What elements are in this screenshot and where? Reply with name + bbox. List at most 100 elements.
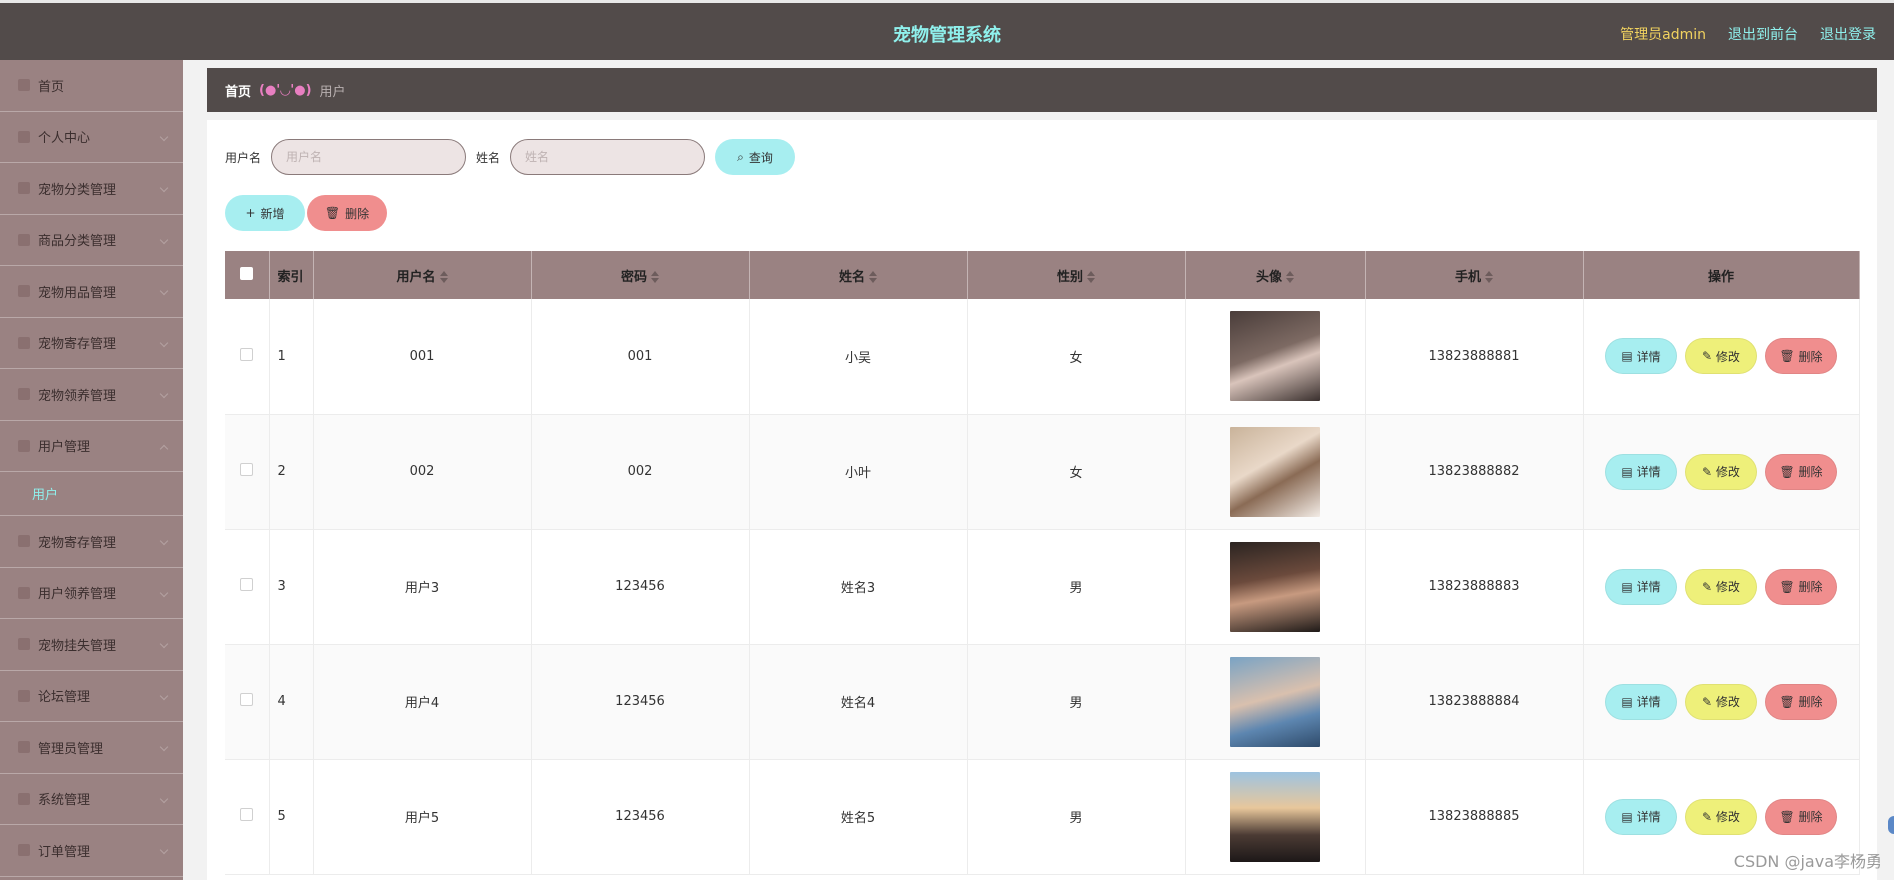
sidebar-item-pet-adoption[interactable]: 宠物领养管理 [0,369,183,421]
delete-label: 删除 [1798,695,1823,709]
sidebar-subitem-user[interactable]: 用户 [0,472,183,516]
add-button[interactable]: + 新增 [225,195,305,231]
edit-label: 修改 [1715,465,1740,479]
watermark: CSDN @java李杨勇 [1733,852,1882,871]
detail-button[interactable]: ▤ 详情 [1605,568,1677,605]
delete-button[interactable]: 🗑 删除 [1765,683,1837,720]
search-icon: ⌕ [737,149,744,164]
col-name[interactable]: 姓名 [749,251,968,299]
sort-icon[interactable] [439,271,448,283]
chevron-down-icon [159,743,169,752]
app-title: 宠物管理系统 [893,25,1001,46]
exit-to-front-link[interactable]: 退出到前台 [1728,24,1798,44]
edit-button[interactable]: ✎ 修改 [1685,683,1757,720]
sidebar-item-pet-boarding[interactable]: 宠物寄存管理 [0,318,183,369]
toolbar: + 新增 🗑 删除 [225,195,387,231]
cell-actions: ▤ 详情 ✎ 修改 🗑 删除 [1583,529,1860,645]
name-search-input[interactable] [510,139,706,175]
cell-username: 用户4 [313,644,532,760]
detail-button[interactable]: ▤ 详情 [1605,338,1677,375]
detail-button[interactable]: ▤ 详情 [1605,453,1677,490]
col-avatar[interactable]: 头像 [1185,251,1366,299]
sidebar-item-admin[interactable]: 管理员管理 [0,722,183,774]
storage-icon [18,336,30,349]
sidebar-item-label: 宠物分类管理 [38,182,117,198]
row-select-cell [225,529,270,645]
cell-index: 2 [269,414,314,530]
col-username-label: 用户名 [396,269,436,285]
alert-icon [18,638,30,651]
row-checkbox[interactable] [240,347,254,361]
sidebar: 首页 个人中心 宠物分类管理 商品分类管理 宠物用品管理 宠物寄存管理 宠物领养… [0,60,183,880]
col-actions: 操作 [1583,251,1860,299]
document-icon: ▤ [1621,694,1637,709]
detail-button[interactable]: ▤ 详情 [1605,683,1677,720]
user-icon [18,130,30,143]
sidebar-item-orders[interactable]: 订单管理 [0,825,183,877]
sidebar-item-forum[interactable]: 论坛管理 [0,671,183,722]
sidebar-item-home[interactable]: 首页 [0,60,183,112]
col-password[interactable]: 密码 [531,251,750,299]
chevron-down-icon [159,794,169,803]
batch-delete-button[interactable]: 🗑 删除 [307,195,387,231]
sidebar-item-label: 宠物寄存管理 [38,535,117,551]
edit-button[interactable]: ✎ 修改 [1685,798,1757,835]
col-gender-label: 性别 [1056,269,1083,285]
query-button[interactable]: ⌕ 查询 [715,139,796,175]
sidebar-item-label: 宠物挂失管理 [38,638,117,654]
breadcrumb-home[interactable]: 首页 [225,81,251,100]
sort-icon[interactable] [1485,271,1493,283]
pencil-icon: ✎ [1702,694,1716,709]
detail-button[interactable]: ▤ 详情 [1605,798,1677,835]
sidebar-item-pet-boarding-2[interactable]: 宠物寄存管理 [0,516,183,568]
sort-icon[interactable] [651,271,659,283]
sidebar-item-profile[interactable]: 个人中心 [0,112,183,163]
row-checkbox[interactable] [240,693,254,706]
sidebar-item-label: 宠物寄存管理 [38,337,117,353]
edit-button[interactable]: ✎ 修改 [1685,568,1757,605]
cell-gender: 女 [967,414,1186,530]
logout-link[interactable]: 退出登录 [1820,24,1876,44]
row-checkbox[interactable] [240,463,254,476]
col-phone[interactable]: 手机 [1365,251,1584,299]
delete-button[interactable]: 🗑 删除 [1765,798,1837,835]
edit-button[interactable]: ✎ 修改 [1685,338,1757,375]
sidebar-item-goods-category[interactable]: 商品分类管理 [0,215,183,266]
name-label: 姓名 [476,150,501,165]
sort-icon[interactable] [1087,271,1095,283]
sidebar-item-pet-lost[interactable]: 宠物挂失管理 [0,619,183,671]
sidebar-item-pet-supplies[interactable]: 宠物用品管理 [0,266,183,318]
delete-label: 删除 [1798,580,1823,594]
cell-avatar [1185,414,1366,530]
username-search-input[interactable] [271,139,467,175]
col-avatar-label: 头像 [1255,269,1282,285]
sort-icon[interactable] [1286,271,1294,283]
detail-label: 详情 [1636,349,1661,364]
floating-handle[interactable] [1888,816,1894,834]
chevron-down-icon [159,338,169,347]
delete-button[interactable]: 🗑 删除 [1765,568,1837,605]
row-checkbox[interactable] [240,578,254,591]
chevron-down-icon [159,184,169,193]
trash-icon: 🗑 [324,206,341,220]
cell-username: 用户3 [313,529,532,645]
sidebar-item-user-management[interactable]: 用户管理 [0,421,183,472]
chevron-down-icon [159,691,169,700]
delete-button[interactable]: 🗑 删除 [1765,453,1837,490]
sidebar-item-system[interactable]: 系统管理 [0,774,183,825]
sidebar-item-user-adoption[interactable]: 用户领养管理 [0,568,183,619]
sidebar-item-pet-category[interactable]: 宠物分类管理 [0,163,183,215]
row-checkbox[interactable] [240,808,254,821]
table-header-row: 索引 用户名 密码 姓名 性别 头像 手机 操作 [225,251,1860,299]
detail-label: 详情 [1636,465,1661,479]
delete-button[interactable]: 🗑 删除 [1765,338,1837,375]
flag-icon [18,233,30,246]
col-username[interactable]: 用户名 [313,251,532,299]
select-all-checkbox[interactable] [240,266,254,280]
cell-avatar [1185,644,1366,760]
edit-button[interactable]: ✎ 修改 [1685,453,1757,490]
col-gender[interactable]: 性别 [967,251,1186,299]
cell-gender: 男 [967,644,1186,760]
sort-icon[interactable] [869,271,877,283]
cell-phone: 13823888883 [1365,529,1584,645]
